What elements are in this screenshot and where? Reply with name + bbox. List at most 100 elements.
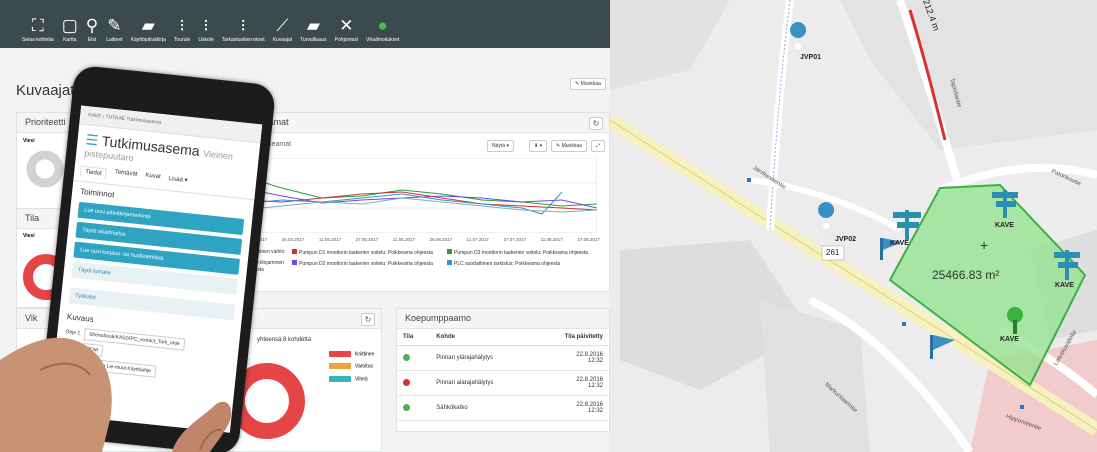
table-row[interactable]: Sähkökatko 22.8.2016 12:32 xyxy=(397,395,609,421)
download-label: ⬇ xyxy=(534,143,539,149)
tab-tasks[interactable]: Tehtävät xyxy=(114,169,138,182)
nav-item-6[interactable]: ⁝ Uskole xyxy=(198,16,213,44)
date-tick: 26.04.2017 xyxy=(281,237,305,242)
nav-item-11[interactable]: ● Vikailmoitukset xyxy=(366,16,400,44)
target-cell: Pinnan alaraja​hälytys xyxy=(430,370,534,396)
chart-icon: ⟋ xyxy=(276,16,289,35)
col-status: Tila xyxy=(397,329,431,346)
faults-refresh-button[interactable]: ↻ xyxy=(361,313,375,326)
legend-label: Pumpun D3 moottorin laakerien voitelu: P… xyxy=(454,250,588,256)
nav-item-8[interactable]: ⟋ Kuvaajat xyxy=(272,16,293,44)
label-jvp01: JVP01 xyxy=(800,54,822,61)
status-dot-icon xyxy=(403,403,410,411)
nav-item-1[interactable]: ▢ Kartta xyxy=(61,16,78,44)
chart-edit-button[interactable]: ✎ Muokkaa xyxy=(551,140,587,152)
faults-legend-item: Varoitus xyxy=(329,363,374,370)
nav-label: Kartta xyxy=(63,37,77,43)
pump-table: Tila Kohde Tila päivitetty Pinnan yläraj… xyxy=(397,329,609,421)
tab-images[interactable]: Kuvat xyxy=(145,173,161,186)
nav-item-10[interactable]: ✕ Pohjoressi xyxy=(335,16,358,44)
legend-swatch xyxy=(447,249,452,254)
traffic-light-icon: ⁝ xyxy=(179,16,185,35)
legend-item[interactable]: PLC suodattimen tarkistus: Poikkeama ohj… xyxy=(447,260,592,268)
updated-time: 12:32 xyxy=(587,358,603,364)
label-jvp02: JVP02 xyxy=(835,236,857,243)
show-label: Näytä xyxy=(492,143,506,149)
label-kave: KAVE xyxy=(1055,282,1074,289)
wrench-icon: ✎ xyxy=(107,16,122,35)
nav-item-3[interactable]: ✎ Laitteet xyxy=(106,16,123,44)
nav-label: Laitteet xyxy=(106,37,123,43)
priority-note: Viesi xyxy=(23,138,35,144)
table-row[interactable]: Pinnan alaraja​hälytys 22.8.2016 12:32 xyxy=(397,370,609,396)
hand-image xyxy=(0,337,232,452)
pump-station-panel: Koepumppaamo Tila Kohde Tila päivitetty … xyxy=(396,308,610,432)
updated-time: 12:32 xyxy=(587,383,603,389)
label-kave: KAVE xyxy=(1000,336,1019,343)
road-number: 261 xyxy=(826,248,840,257)
tab-more[interactable]: Lisää ▾ xyxy=(168,175,188,188)
priority-title: Prioriteetti xyxy=(25,117,66,127)
chart-date-axis: 11.04.201726.04.201711.05.201727.05.2017… xyxy=(245,237,600,242)
map-canvas: + xyxy=(610,0,1097,452)
target-cell: Pinnan yläraja​hälytys xyxy=(430,345,534,371)
status-note: Viesi xyxy=(23,233,35,239)
updated-time: 12:32 xyxy=(587,408,603,414)
nav-item-2[interactable]: ⚲ Etsi xyxy=(86,17,98,44)
table-row[interactable]: Pinnan yläraja​hälytys 22.8.2016 12:32 xyxy=(397,345,609,371)
show-dropdown[interactable]: Näytä ▾ xyxy=(487,140,514,152)
legend-swatch xyxy=(292,249,297,254)
date-tick: 11.07.2017 xyxy=(466,237,489,242)
tab-info[interactable]: Tiedot xyxy=(79,165,108,180)
label-kave: KAVE xyxy=(890,240,909,247)
expand-button[interactable]: ⤢ xyxy=(591,140,606,152)
col-updated: Tila päivitetty xyxy=(533,329,609,346)
legend-item[interactable]: Pumpun D2 moottorin laakerien voitelu: P… xyxy=(292,260,437,268)
status-cell xyxy=(397,345,431,371)
alert-icon: ● xyxy=(377,16,388,35)
date-tick: 11.08.2017 xyxy=(540,237,563,242)
legend-item[interactable]: Pumpun D1 moottorin laakerien voitelu: P… xyxy=(292,249,437,257)
nav-label: Etsi xyxy=(87,37,97,43)
arrows-icon: ✕ xyxy=(339,16,354,35)
nav-label: Tarkastuskierrokset xyxy=(221,37,265,43)
date-tick: 11.05.2017 xyxy=(318,237,342,242)
shield-icon: ▰ xyxy=(306,16,320,35)
refresh-button[interactable]: ↻ xyxy=(589,117,603,130)
status-cell xyxy=(397,370,431,396)
book-icon: ▰ xyxy=(141,16,155,35)
nav-label: Kuvaajat xyxy=(272,37,293,43)
nav-item-5[interactable]: ⁝ Tourule xyxy=(173,16,191,44)
label-kave: KAVE xyxy=(995,222,1014,229)
faults-legend-item: Kriittinen xyxy=(329,351,374,357)
date-tick: 27.08.2017 xyxy=(577,237,600,242)
map-icon: ▢ xyxy=(61,16,78,35)
traffic-light-icon: ⁝ xyxy=(203,16,209,35)
nav-label: Vikailmoitukset xyxy=(366,37,400,43)
expand-label: ⤢ xyxy=(596,143,601,149)
nav-item-4[interactable]: ▰ Käyttöpäiväkirja xyxy=(131,16,166,44)
date-tick: 26.06.2017 xyxy=(429,237,453,242)
legend-label: Kriittinen xyxy=(355,351,375,358)
updated-cell: 22.8.2016 12:32 xyxy=(533,345,609,371)
nav-label: Turvallisuus xyxy=(300,37,327,43)
edit-page-label: Muokkaa xyxy=(580,81,601,87)
svg-text:+: + xyxy=(980,237,988,253)
updated-cell: 22.8.2016 12:32 xyxy=(533,395,609,421)
nav-item-0[interactable]: ⛶ Selaa kohteita xyxy=(22,17,54,44)
nav-item-7[interactable]: ⁝ Tarkastuskierrokset xyxy=(221,16,265,44)
legend-item[interactable]: Pumpun D3 moottorin laakerien voitelu: P… xyxy=(447,249,592,257)
traffic-light-icon: ⁝ xyxy=(240,16,246,35)
download-button[interactable]: ⬇ ▾ xyxy=(529,140,548,152)
map-view[interactable]: + 212.4 m Järvikestientie Markuntaanntie… xyxy=(610,0,1097,452)
menu-icon[interactable]: ☰ xyxy=(85,131,99,148)
phone-title-sub: Vieinen xyxy=(202,148,234,162)
edit-page-button[interactable]: ✎ Muokkaa xyxy=(570,78,606,90)
legend-label: PLC suodattimen tarkistus: Poikkeama ohj… xyxy=(454,261,561,267)
nav-label: Selaa kohteita xyxy=(22,37,54,43)
top-nav-bar: ⛶ Selaa kohteita ▢ Kartta ⚲ Etsi ✎ Laitteet ▰ Käy… xyxy=(0,0,610,48)
pump-title: Koepumppaamo xyxy=(397,309,609,329)
nav-item-9[interactable]: ▰ Turvallisuus xyxy=(300,16,327,44)
legend-label: Pumpun D1 moottorin laakerien voitelu: P… xyxy=(299,250,433,256)
nav-label: Tourule xyxy=(173,37,191,43)
